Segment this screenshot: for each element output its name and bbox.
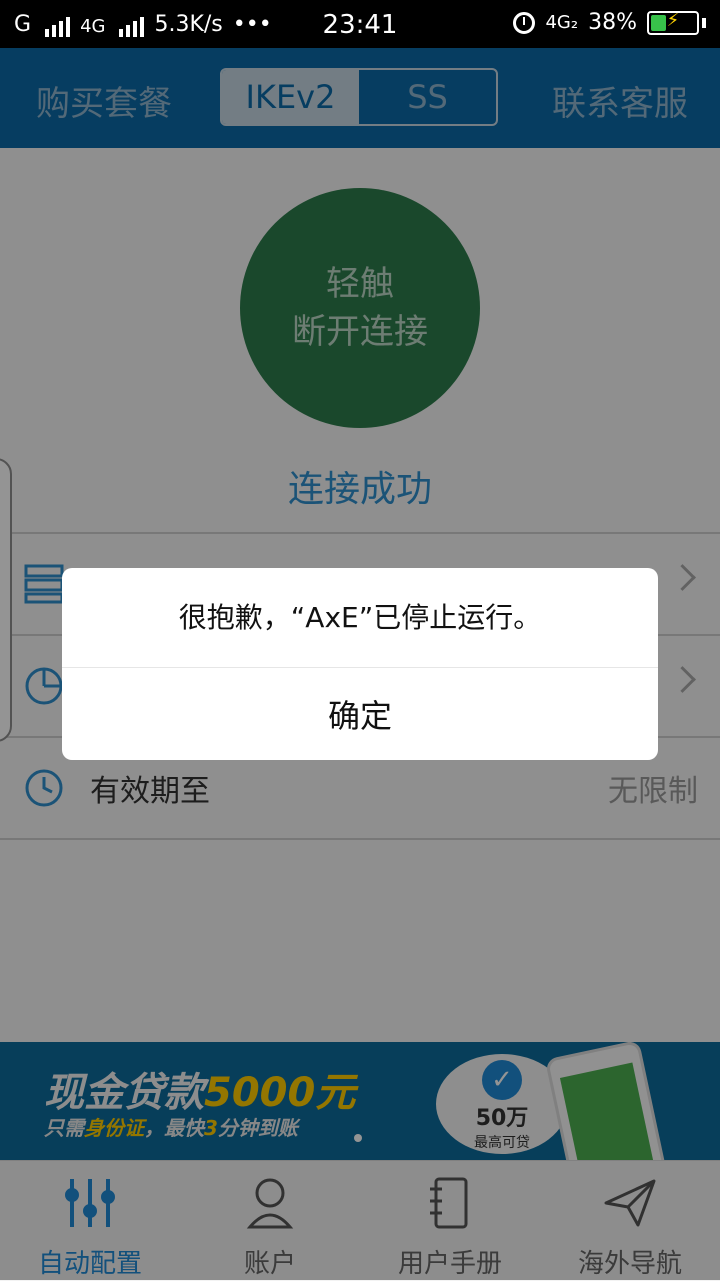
status-right: 4G₂ 38% ⚡: [513, 10, 706, 35]
network-right-label: 4G₂: [545, 12, 579, 33]
status-bar: G 4G 5.3K/s ••• 23:41 4G₂ 38% ⚡: [0, 0, 720, 48]
dialog-message: 很抱歉，“AxE”已停止运行。: [178, 601, 542, 634]
battery-percent: 38%: [588, 10, 637, 35]
alarm-icon: [513, 11, 536, 34]
charging-bolt-icon: ⚡: [666, 9, 680, 31]
confirm-button[interactable]: 确定: [62, 668, 658, 760]
battery-icon: ⚡: [647, 9, 699, 35]
battery-cap: [702, 17, 706, 28]
app-stopped-dialog: 很抱歉，“AxE”已停止运行。 确定: [62, 568, 658, 760]
